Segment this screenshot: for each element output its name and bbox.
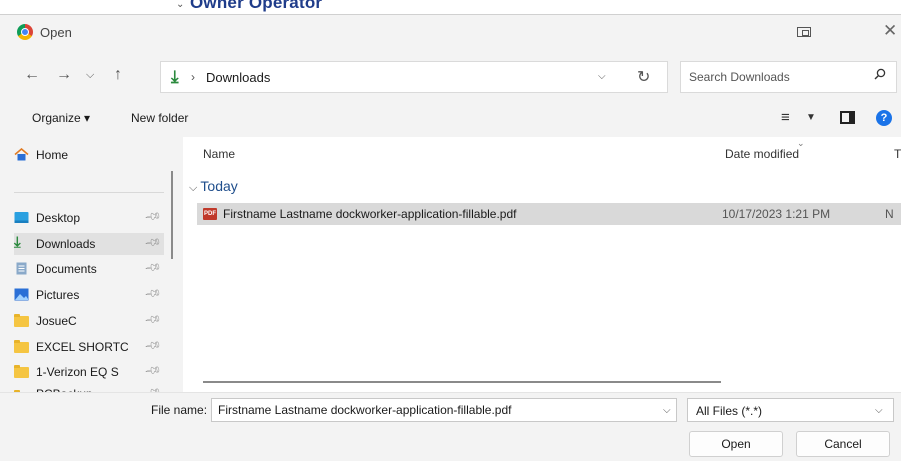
dialog-title: Open bbox=[40, 25, 72, 40]
pin-icon[interactable]: 📌︎ bbox=[144, 310, 163, 329]
breadcrumb-downloads[interactable]: Downloads bbox=[206, 70, 270, 85]
nav-item-josuec[interactable]: JosueC 📌︎ bbox=[14, 310, 164, 332]
help-icon[interactable]: ? bbox=[876, 110, 892, 126]
view-options-icon[interactable]: ≡ bbox=[781, 109, 790, 126]
cancel-button[interactable]: Cancel bbox=[796, 431, 890, 457]
file-list: Name ⌄ Date modified T ⌵ Today PDF First… bbox=[183, 137, 901, 392]
nav-item-verizon[interactable]: 1-Verizon EQ S 📌︎ bbox=[14, 361, 164, 383]
nav-item-label: Documents bbox=[36, 262, 97, 276]
refresh-button[interactable]: ↻ bbox=[637, 67, 650, 87]
group-header-today[interactable]: ⌵ Today bbox=[189, 178, 238, 195]
nav-item-label: JosueC bbox=[36, 314, 77, 328]
chrome-icon bbox=[17, 24, 33, 40]
background-window-title: Owner Operator bbox=[190, 0, 323, 12]
nav-item-excel-shortcuts[interactable]: EXCEL SHORTC 📌︎ bbox=[14, 336, 164, 358]
nav-item-label: Home bbox=[36, 148, 69, 162]
desktop-icon bbox=[14, 212, 29, 223]
downloads-icon: ⤓ bbox=[14, 234, 21, 251]
file-name-label: File name: bbox=[151, 403, 208, 417]
downloads-icon: ⤓ bbox=[171, 67, 179, 86]
chevron-down-icon[interactable]: ⌵ bbox=[663, 405, 671, 416]
home-icon bbox=[14, 148, 29, 161]
up-button[interactable]: ↑ bbox=[114, 66, 122, 84]
nav-item-downloads[interactable]: ⤓ Downloads 📌︎ bbox=[14, 233, 164, 255]
group-collapse-icon[interactable]: ⌵ bbox=[189, 182, 200, 194]
nav-item-label: Desktop bbox=[36, 211, 81, 225]
folder-icon bbox=[14, 365, 29, 378]
nav-item-label: Downloads bbox=[36, 237, 96, 251]
column-header-name[interactable]: Name bbox=[203, 147, 235, 161]
search-input[interactable] bbox=[689, 68, 859, 86]
open-file-dialog: Open ✕ ← → ⌵ ↑ ⤓ › Downloads ⌵ ↻ Organiz… bbox=[0, 14, 901, 461]
search-icon[interactable] bbox=[874, 68, 886, 80]
chevron-down-icon[interactable]: ⌵ bbox=[875, 405, 883, 416]
nav-item-documents[interactable]: Documents 📌︎ bbox=[14, 258, 164, 280]
file-name: Firstname Lastname dockworker-applicatio… bbox=[223, 207, 517, 221]
file-type: N bbox=[885, 207, 894, 221]
recent-locations-button[interactable]: ⌵ bbox=[86, 69, 94, 82]
forward-button[interactable]: → bbox=[56, 66, 72, 84]
pin-icon[interactable]: 📌︎ bbox=[144, 258, 163, 277]
column-header-date-modified[interactable]: Date modified bbox=[725, 147, 799, 161]
new-folder-button[interactable]: New folder bbox=[131, 111, 188, 125]
nav-item-label: 1-Verizon EQ S bbox=[36, 365, 119, 379]
command-bar: Organize ▾ New folder ≡ ▼ ? bbox=[0, 107, 901, 133]
pdf-icon: PDF bbox=[203, 208, 217, 220]
address-bar[interactable]: ⤓ › Downloads ⌵ ↻ bbox=[160, 61, 668, 93]
navigation-bar: ← → ⌵ ↑ ⤓ › Downloads ⌵ ↻ bbox=[0, 57, 901, 97]
nav-item-home[interactable]: Home bbox=[14, 144, 164, 166]
pin-icon[interactable]: 📌︎ bbox=[144, 233, 163, 252]
horizontal-scrollbar[interactable] bbox=[203, 381, 721, 383]
nav-item-label: Pictures bbox=[36, 288, 80, 302]
search-box[interactable] bbox=[680, 61, 897, 93]
nav-scrollbar[interactable] bbox=[171, 171, 173, 259]
nav-item-desktop[interactable]: Desktop 📌︎ bbox=[14, 207, 164, 229]
file-row[interactable]: PDF Firstname Lastname dockworker-applic… bbox=[197, 203, 901, 225]
file-type-selected: All Files (*.*) bbox=[696, 404, 763, 418]
file-date-modified: 10/17/2023 1:21 PM bbox=[722, 207, 831, 221]
breadcrumb-separator: › bbox=[191, 70, 195, 84]
pin-icon[interactable]: 📌︎ bbox=[144, 361, 163, 380]
address-history-button[interactable]: ⌵ bbox=[598, 71, 606, 82]
navigation-pane: Home Desktop 📌︎ ⤓ Downloads 📌︎ Documents… bbox=[0, 137, 183, 396]
column-header-type[interactable]: T bbox=[894, 147, 901, 161]
documents-icon bbox=[16, 262, 27, 275]
close-button[interactable]: ✕ bbox=[883, 21, 897, 41]
pin-icon[interactable]: 📌︎ bbox=[144, 336, 163, 355]
preview-pane-icon[interactable] bbox=[840, 111, 855, 124]
organize-button[interactable]: Organize ▾ bbox=[32, 111, 90, 125]
nav-divider bbox=[14, 192, 164, 193]
nav-item-pictures[interactable]: Pictures 📌︎ bbox=[14, 284, 164, 306]
compact-mode-icon[interactable] bbox=[797, 27, 811, 37]
background-window: ⌄ Owner Operator bbox=[0, 0, 901, 14]
title-bar: Open ✕ bbox=[0, 15, 901, 49]
pin-icon[interactable]: 📌︎ bbox=[144, 284, 163, 303]
folder-icon bbox=[14, 340, 29, 353]
back-button[interactable]: ← bbox=[24, 66, 40, 84]
pin-icon[interactable]: 📌︎ bbox=[144, 207, 163, 226]
open-button[interactable]: Open bbox=[689, 431, 783, 457]
chevron-down-icon: ⌄ bbox=[176, 0, 185, 10]
file-type-select[interactable]: All Files (*.*) ⌵ bbox=[687, 398, 894, 422]
group-header-label: Today bbox=[200, 178, 238, 194]
folder-icon bbox=[14, 314, 29, 327]
view-dropdown-icon[interactable]: ▼ bbox=[806, 112, 816, 123]
file-name-bar: File name: ⌵ All Files (*.*) ⌵ Open Canc… bbox=[0, 392, 901, 461]
file-name-combobox[interactable]: ⌵ bbox=[211, 398, 677, 422]
pictures-icon bbox=[14, 288, 29, 301]
file-name-input[interactable] bbox=[218, 402, 648, 418]
nav-item-label: EXCEL SHORTC bbox=[36, 340, 128, 354]
